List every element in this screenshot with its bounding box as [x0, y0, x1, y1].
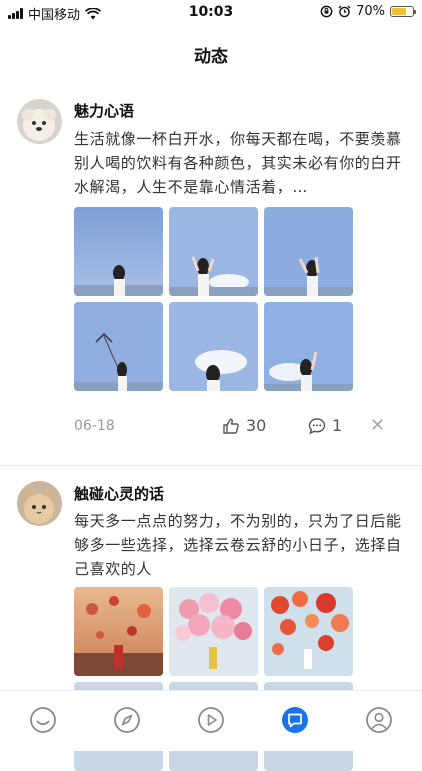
tab-video[interactable]: [196, 705, 226, 735]
photo-thumbnail[interactable]: [74, 587, 163, 676]
like-count: 30: [246, 416, 267, 435]
photo-thumbnail[interactable]: [169, 207, 258, 296]
post-text[interactable]: 每天多一点点的努力，不为别的，只为了日后能够多一些选择，选择云卷云舒的小日子，选…: [74, 509, 404, 581]
close-icon[interactable]: ✕: [370, 415, 385, 436]
avatar[interactable]: [17, 481, 62, 526]
comment-icon: [308, 417, 326, 434]
photo-thumbnail[interactable]: [264, 587, 353, 676]
photo-thumbnail[interactable]: [74, 302, 163, 391]
tab-profile[interactable]: [364, 705, 394, 735]
play-icon: [198, 707, 224, 733]
comment-count: 1: [332, 416, 343, 435]
photo-thumbnail[interactable]: [264, 302, 353, 391]
comment-button[interactable]: 1: [308, 416, 342, 435]
smile-icon: [30, 707, 56, 733]
compass-icon: [114, 707, 140, 733]
thumbs-up-icon: [223, 418, 239, 434]
message-icon: [282, 707, 308, 733]
profile-icon: [366, 707, 392, 733]
post-meta: 06-18 30 1 ✕: [74, 414, 385, 438]
photo-thumbnail[interactable]: [169, 302, 258, 391]
photo-thumbnail[interactable]: [169, 587, 258, 676]
post-card[interactable]: 触碰心灵的话 每天多一点点的努力，不为别的，只为了日后能够多一些选择，选择云卷云…: [0, 466, 422, 771]
tab-bar: [0, 690, 422, 751]
avatar[interactable]: [17, 99, 62, 144]
post-text[interactable]: 生活就像一杯白开水，你每天都在喝，不要羡慕别人喝的饮料有各种颜色，其实未必有你的…: [74, 127, 404, 199]
username[interactable]: 触碰心灵的话: [74, 483, 164, 504]
post-date: 06-18: [74, 418, 115, 434]
like-button[interactable]: 30: [222, 416, 266, 435]
username[interactable]: 魅力心语: [74, 100, 134, 121]
photo-thumbnail[interactable]: [264, 207, 353, 296]
tab-discover[interactable]: [112, 705, 142, 735]
tab-home[interactable]: [28, 705, 58, 735]
post-card[interactable]: 魅力心语 生活就像一杯白开水，你每天都在喝，不要羡慕别人喝的饮料有各种颜色，其实…: [0, 0, 422, 465]
photo-thumbnail[interactable]: [74, 207, 163, 296]
tab-moments[interactable]: [280, 705, 310, 735]
photo-grid: [74, 207, 353, 391]
